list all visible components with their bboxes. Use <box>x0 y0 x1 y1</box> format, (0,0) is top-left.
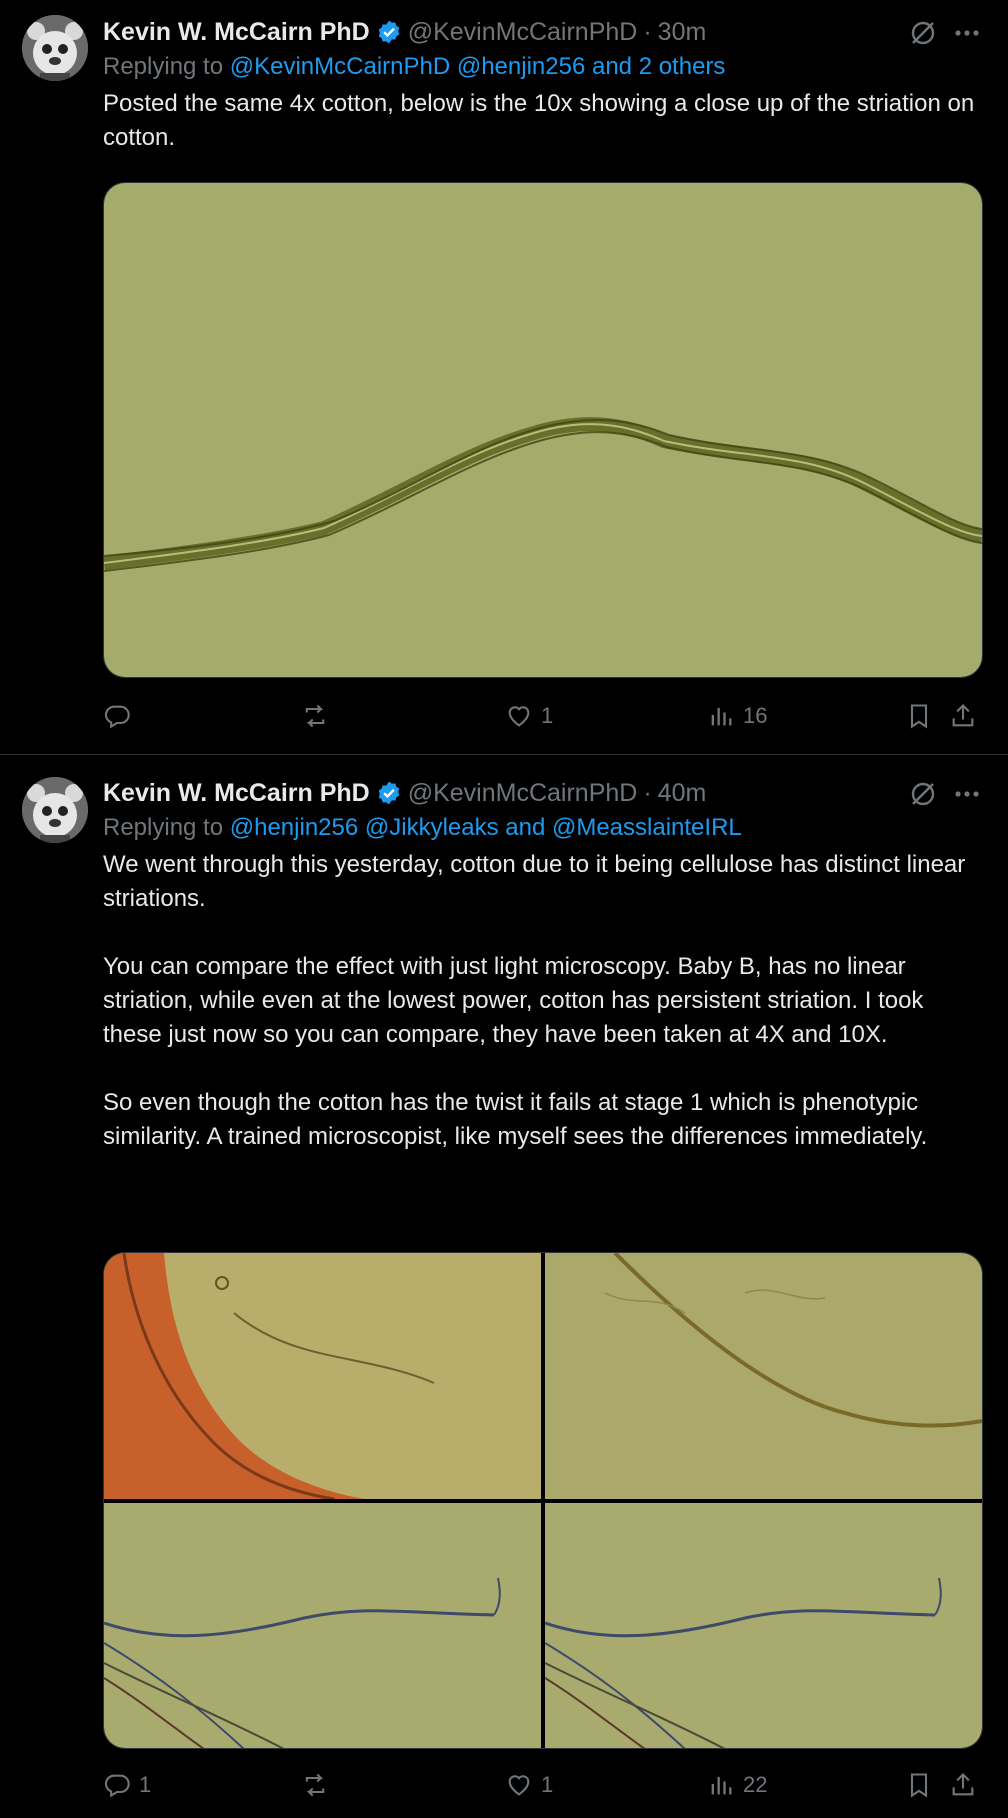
views-icon <box>711 1776 732 1795</box>
tweet-actions: 1 16 <box>103 696 982 736</box>
separator-dot: · <box>643 17 652 46</box>
cotton-4x-image[interactable] <box>104 1502 541 1749</box>
bookmark-button[interactable] <box>905 1765 933 1805</box>
like-button[interactable]: 1 <box>505 1765 553 1805</box>
share-icon <box>952 704 974 727</box>
baby-b-fiber-4x-image[interactable] <box>104 1253 541 1499</box>
tweet-image[interactable] <box>545 1502 982 1749</box>
replying-to-label: Replying to <box>103 53 230 80</box>
timestamp[interactable]: 30m <box>658 18 707 47</box>
more-icon[interactable] <box>952 779 982 809</box>
share-icon <box>952 1773 974 1796</box>
tweet[interactable]: Kevin W. McCairn PhD @KevinMcCairnPhD · … <box>0 0 1008 755</box>
bookmark-icon <box>910 704 928 729</box>
retweet-icon <box>305 1773 325 1797</box>
cotton-10x-image[interactable] <box>545 1502 982 1749</box>
avatar[interactable] <box>22 15 88 81</box>
verified-badge-icon <box>378 781 400 805</box>
bookmark-button[interactable] <box>905 696 933 736</box>
tweet-image[interactable] <box>545 1253 982 1499</box>
tweet-text: We went through this yesterday, cotton d… <box>103 851 966 1150</box>
tweet-header: Kevin W. McCairn PhD @KevinMcCairnPhD · … <box>103 775 982 811</box>
reply-icon <box>104 1774 130 1798</box>
separator-dot: · <box>643 778 652 807</box>
like-count: 1 <box>541 1772 554 1797</box>
like-icon <box>508 706 530 727</box>
tweet-header: Kevin W. McCairn PhD @KevinMcCairnPhD · … <box>103 14 982 50</box>
cotton-fiber-10x-image[interactable] <box>104 183 982 677</box>
tweet-image[interactable] <box>104 1253 541 1499</box>
tweet-actions: 1 1 22 <box>103 1765 982 1805</box>
tweet-image[interactable] <box>103 182 983 678</box>
verified-badge-icon <box>378 20 400 44</box>
baby-b-fiber-10x-image[interactable] <box>545 1253 982 1499</box>
grok-icon[interactable] <box>908 18 938 48</box>
retweet-button[interactable] <box>301 1765 337 1805</box>
views-count: 22 <box>743 1772 768 1797</box>
views-button[interactable]: 16 <box>707 696 767 736</box>
timestamp[interactable]: 40m <box>658 779 707 808</box>
tweet-text: Posted the same 4x cotton, below is the … <box>103 90 981 151</box>
replying-to: Replying to @KevinMcCairnPhD @henjin256 … <box>103 50 982 84</box>
views-button[interactable]: 22 <box>707 1765 767 1805</box>
tweet-image-grid <box>103 1252 983 1749</box>
like-button[interactable]: 1 <box>505 696 553 736</box>
like-icon <box>508 1775 530 1796</box>
author-handle[interactable]: @KevinMcCairnPhD <box>408 779 638 808</box>
views-count: 16 <box>743 703 768 728</box>
share-button[interactable] <box>949 696 977 736</box>
author-handle[interactable]: @KevinMcCairnPhD <box>408 18 638 47</box>
reply-count: 1 <box>139 1772 152 1797</box>
more-icon[interactable] <box>952 18 982 48</box>
replying-to-label: Replying to <box>103 814 230 841</box>
replying-to: Replying to @henjin256 @Jikkyleaks and @… <box>103 811 982 845</box>
tweet[interactable]: Kevin W. McCairn PhD @KevinMcCairnPhD · … <box>0 755 1008 1818</box>
author-name[interactable]: Kevin W. McCairn PhD <box>103 18 370 47</box>
reply-button[interactable]: 1 <box>103 1765 151 1805</box>
views-icon <box>711 707 732 726</box>
bookmark-icon <box>910 1773 928 1798</box>
like-count: 1 <box>541 703 554 728</box>
grok-icon[interactable] <box>908 779 938 809</box>
avatar[interactable] <box>22 777 88 843</box>
replying-to-mentions[interactable]: @KevinMcCairnPhD @henjin256 and 2 others <box>230 53 726 80</box>
replying-to-mentions[interactable]: @henjin256 @Jikkyleaks and @MeasslainteI… <box>230 814 742 841</box>
retweet-button[interactable] <box>301 696 337 736</box>
tweet-image[interactable] <box>104 1502 541 1749</box>
reply-icon <box>104 705 130 729</box>
retweet-icon <box>305 704 325 728</box>
reply-button[interactable] <box>103 696 139 736</box>
author-name[interactable]: Kevin W. McCairn PhD <box>103 779 370 808</box>
share-button[interactable] <box>949 1765 977 1805</box>
